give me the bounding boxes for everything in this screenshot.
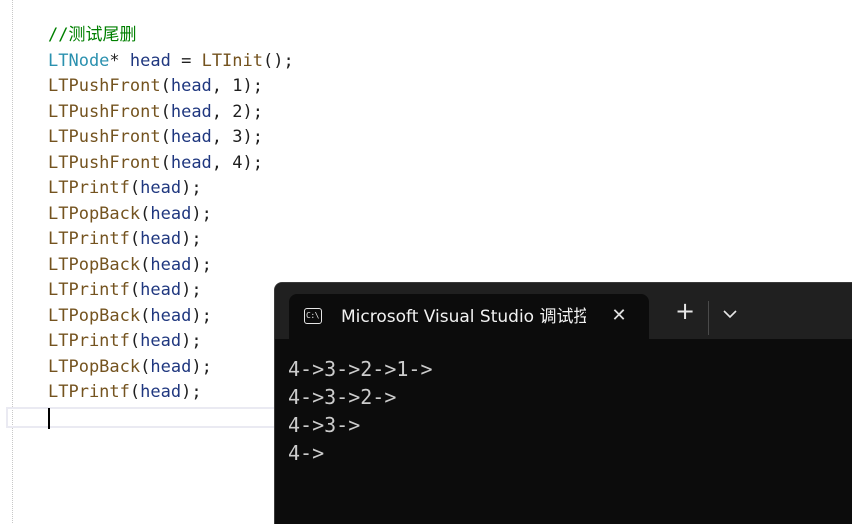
code-token: ( [160,152,171,173]
code-token: ( [129,280,141,300]
code-lines: //测试尾删 LTNode* head = LTInit(); LTPushFron… [48,23,294,406]
code-token: ( [140,203,151,224]
text-caret [48,408,50,429]
code-token: head [140,229,182,249]
output-line: 4->3-> [288,413,361,437]
code-token: ); [191,203,212,224]
terminal-window[interactable]: C:\ Microsoft Visual Studio 调试控 ✕ + 4->3… [274,282,852,524]
code-token: head [170,76,212,96]
code-line: LTPrintf(head); [48,227,294,253]
code-line: LTPushFront(head, 1); [48,74,294,100]
output-line: 4->3->2-> [288,385,397,409]
code-token: LTPopBack [48,356,141,377]
code-token: LTPushFront [48,152,161,173]
code-line: LTPopBack(head); [48,253,294,279]
chevron-down-icon [723,310,737,319]
code-token: = [170,50,202,71]
code-token: LTPopBack [48,254,141,275]
code-token: ( [160,101,171,122]
code-token: ); [191,254,212,275]
code-token: head [140,178,182,198]
code-token: head [170,127,212,147]
code-token: ( [140,254,151,275]
code-token: head [129,50,171,71]
code-token: , 3); [211,127,263,147]
code-line: LTPrintf(head); [48,278,294,304]
code-token: LTPushFront [48,76,161,96]
code-token: //测试尾删 [48,25,137,45]
code-token: LTPrintf [48,229,130,249]
terminal-output: 4->3->2->1-> 4->3->2-> 4->3-> 4-> [288,355,433,467]
code-token: , 4); [211,152,263,173]
code-token: ); [181,229,202,249]
code-line: LTPopBack(head); [48,304,294,330]
code-token: LTPrintf [48,280,130,300]
code-token: head [170,152,212,173]
new-tab-button[interactable]: + [670,297,700,327]
code-token: head [140,331,182,351]
code-token: , 1); [211,76,263,96]
terminal-tab-strip: C:\ Microsoft Visual Studio 调试控 ✕ + [275,283,852,339]
code-token: LTPrintf [48,178,130,198]
output-line: 4->3->2->1-> [288,357,433,381]
tab-title: Microsoft Visual Studio 调试控 [341,307,586,327]
code-line: LTPushFront(head, 4); [48,151,294,177]
code-token: LTInit [201,50,263,71]
code-token: head [170,101,212,122]
code-token: head [150,305,192,326]
code-token: ); [181,178,202,198]
code-token: ( [129,229,141,249]
code-token: LTPopBack [48,305,141,326]
code-token: , 2); [211,101,263,122]
code-token: * [109,50,130,71]
code-token: ( [129,178,141,198]
code-line: LTPushFront(head, 3); [48,125,294,151]
code-line: LTPopBack(head); [48,355,294,381]
code-token: ( [140,356,151,377]
code-token: LTPushFront [48,127,161,147]
code-line: LTPopBack(head); [48,202,294,228]
tab-divider [708,301,709,335]
code-token: ( [129,382,141,402]
code-token: head [140,280,182,300]
terminal-tab[interactable]: C:\ Microsoft Visual Studio 调试控 ✕ [289,294,649,339]
code-token: ); [181,382,202,402]
code-token: LTPrintf [48,382,130,402]
code-token: LTNode [48,50,110,71]
code-token: head [150,203,192,224]
code-token: ); [191,356,212,377]
code-token: ( [160,127,171,147]
code-line: //测试尾删 [48,23,294,49]
code-line: LTPrintf(head); [48,329,294,355]
code-line: LTPushFront(head, 2); [48,100,294,126]
code-token: ( [140,305,151,326]
terminal-icon: C:\ [304,308,322,324]
code-token: ( [129,331,141,351]
dropdown-button[interactable] [715,299,745,329]
code-token: (); [263,50,294,71]
code-line: LTPrintf(head); [48,176,294,202]
code-token: head [150,254,192,275]
code-token: ); [191,305,212,326]
code-token: LTPushFront [48,101,161,122]
code-token: ); [181,331,202,351]
code-token: LTPrintf [48,331,130,351]
code-token: head [150,356,192,377]
output-line: 4-> [288,441,325,465]
code-token: ); [181,280,202,300]
code-line: LTNode* head = LTInit(); [48,49,294,75]
code-token: ( [160,76,171,96]
close-tab-button[interactable]: ✕ [607,304,631,328]
code-token: head [140,382,182,402]
code-token: LTPopBack [48,203,141,224]
indent-guide [12,0,13,523]
code-line: LTPrintf(head); [48,380,294,406]
